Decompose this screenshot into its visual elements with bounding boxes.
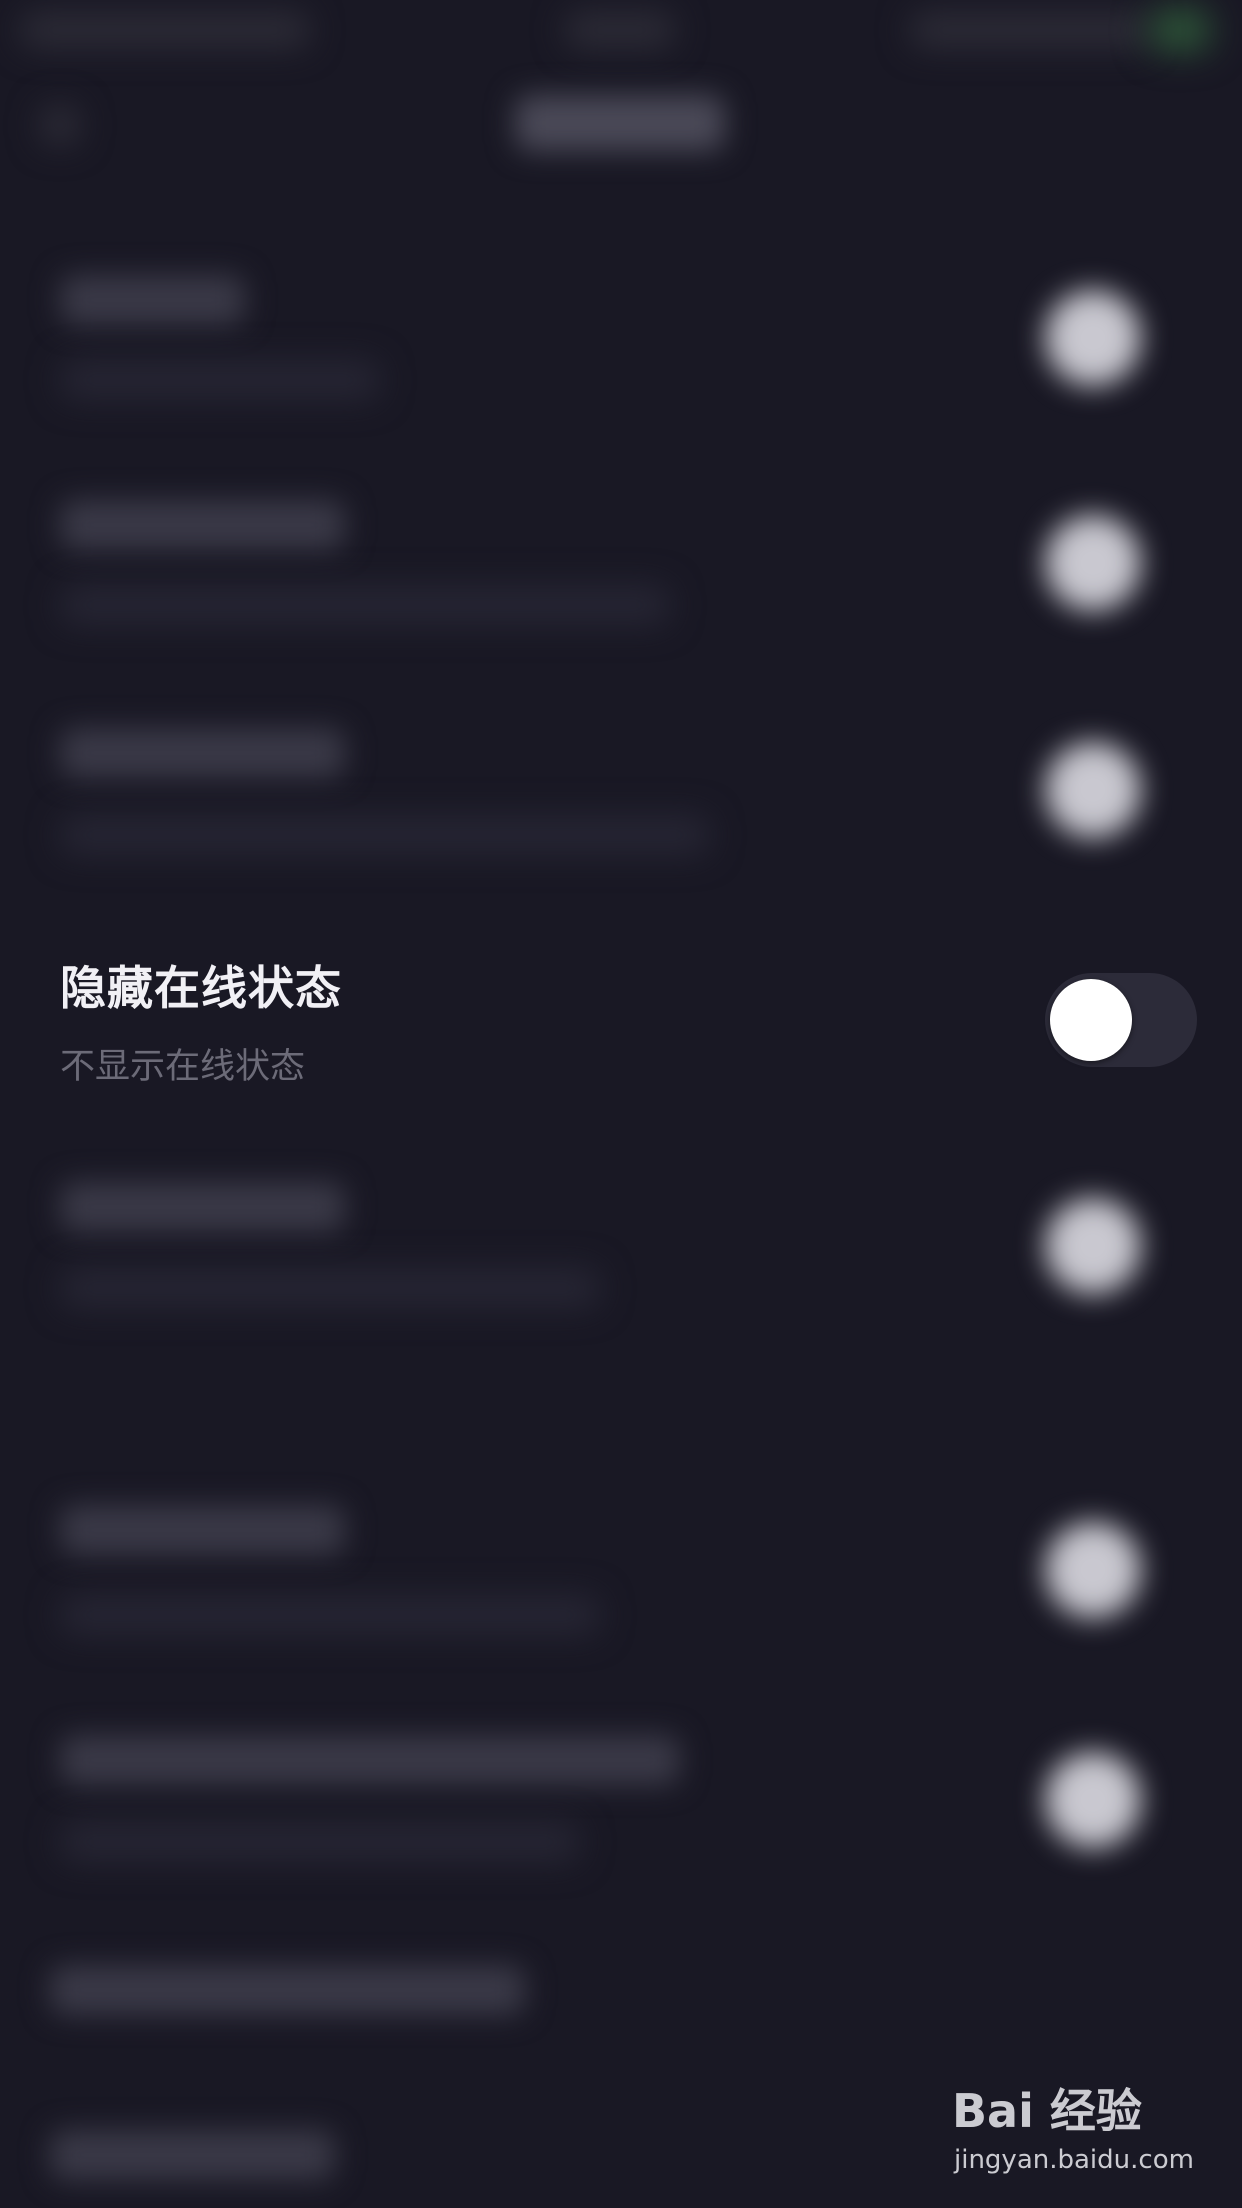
toggle-thumb[interactable]: [1050, 979, 1132, 1061]
blurred-row-title: [60, 275, 245, 325]
blurred-row-subtitle: [60, 815, 710, 855]
blurred-row-subtitle: [60, 1822, 580, 1862]
settings-screen: 隐藏在线状态 不显示在线状态 Bai 经验 jingyan.baidu.com: [0, 0, 1242, 2208]
baidu-jingyan-watermark: Bai 经验 jingyan.baidu.com: [952, 2075, 1194, 2185]
watermark-brand: Bai 经验: [952, 2084, 1142, 2138]
blurred-status-center: [565, 12, 675, 48]
blurred-status-right: [910, 12, 1150, 48]
blurred-back-icon: [40, 105, 80, 145]
blurred-row-title: [60, 500, 345, 550]
blurred-row-title: [60, 1182, 345, 1232]
blurred-toggle-knob: [1045, 1752, 1141, 1848]
blurred-status-left: [20, 12, 310, 48]
blurred-row-title: [60, 1735, 680, 1785]
watermark-url: jingyan.baidu.com: [954, 2145, 1194, 2175]
blurred-row-title: [60, 1505, 345, 1555]
blurred-battery-icon: [1150, 10, 1210, 50]
blurred-row-subtitle: [60, 360, 380, 400]
blurred-toggle-knob: [1045, 1198, 1141, 1294]
blurred-toggle-knob: [1045, 1522, 1141, 1618]
blurred-toggle-knob: [1045, 290, 1141, 386]
blurred-row-subtitle: [60, 1595, 600, 1635]
blurred-page-title: [515, 95, 725, 151]
hide-online-status-toggle[interactable]: [1045, 973, 1197, 1067]
hide-online-status-row: 隐藏在线状态 不显示在线状态: [0, 930, 1242, 1110]
hide-online-status-title: 隐藏在线状态: [60, 961, 342, 1015]
blurred-row-title: [60, 728, 345, 778]
blurred-row-subtitle: [60, 585, 670, 625]
blurred-row-subtitle: [60, 1268, 600, 1308]
blurred-toggle-knob: [1045, 515, 1141, 611]
blurred-row-title: [50, 1965, 525, 2015]
blurred-row-title: [50, 2130, 335, 2180]
hide-online-status-subtitle: 不显示在线状态: [60, 1047, 306, 1087]
blurred-toggle-knob: [1045, 742, 1141, 838]
